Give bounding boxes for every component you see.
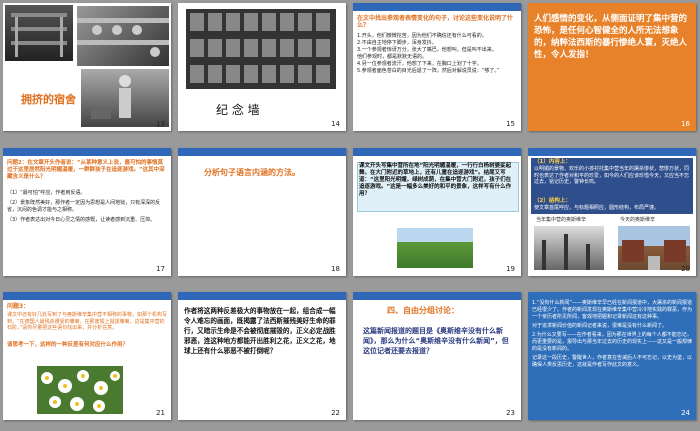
list-item: 记录这一段历史，警醒世人，作者意在告诫后人不可忘记，以史为鉴，以确保人类反思历史… <box>532 355 693 368</box>
slide-header-bar <box>528 148 696 156</box>
slide-heading: 问题3： <box>7 303 30 310</box>
slide-thumbnail-13[interactable]: 拥挤的宿舍 13 <box>3 3 171 131</box>
past-camp-photo <box>534 226 604 270</box>
slide-number: 23 <box>506 409 515 417</box>
slide-thumbnail-15[interactable]: 在文中找出参观者表情变化的句子，讨论这些变化说明了什么？ 1.开头，他们微微挖苦… <box>353 3 521 131</box>
slide-number: 16 <box>681 120 690 128</box>
slide-body-text: 课文开头写集中营所在地“阳光明媚温暖，一行行白杨树婆娑起舞，在大门附近的草地上，… <box>359 163 512 197</box>
slide-thumbnail-16[interactable]: 人们感情的变化，从侧面证明了集中营的恐怖，是任何心智健全的人所无法想象的，纳粹法… <box>528 3 696 131</box>
list-item: 2.不由自主地停下脚步，浑身发抖。 <box>357 40 437 46</box>
memorial-wall-photo <box>186 9 336 89</box>
slide-body-text: 作者将这两种反差极大的事物放在一起，组合成一幅令人难忘的画面，既揭露了法西斯摧残… <box>184 307 336 355</box>
prisoner-figure-image <box>91 75 131 119</box>
photo-caption: 当年集中营的奥斯维辛 <box>536 217 587 223</box>
slide-number: 20 <box>681 265 690 273</box>
list-item: 1.开头，他们微微挖苦，因为他们不确信还有什么可看的。 <box>357 33 487 39</box>
list-item: 对于追求新闻价值的新闻记者来说，很难是没有什么新闻了。 <box>532 323 668 329</box>
dormitory-photo <box>5 5 73 61</box>
daisy-flowers-image <box>41 370 120 412</box>
slide-number: 17 <box>156 265 165 273</box>
answer-block: 1.“没有什么新闻”——奥斯维辛早已经在新闻报道中，大屠杀的新闻报道已经很少了。… <box>532 300 692 369</box>
slide-thumbnail-21[interactable]: 问题3： 课文中还有好几处写到了与奥斯维辛集中营不相称的事物，如那个机构写到，“… <box>3 292 171 420</box>
prisoners-bunk-photo <box>77 6 169 66</box>
slide-body-text: 这篇新闻报道的题目是《奥斯维辛没有什么新闻》，那么为什么“奥斯维辛没有什么新闻”… <box>363 327 509 355</box>
daisy-photo <box>37 366 123 414</box>
slide-thumbnail-22[interactable]: 作者将这两种反差极大的事物放在一起，组合成一幅令人难忘的画面，既揭露了法西斯摧残… <box>178 292 346 420</box>
slide-number: 22 <box>331 409 340 417</box>
slide-number: 18 <box>331 265 340 273</box>
slide-thumbnail-24[interactable]: 1.“没有什么新闻”——奥斯维辛早已经在新闻报道中，大屠杀的新闻报道已经很少了。… <box>528 292 696 420</box>
present-camp-photo <box>618 226 690 270</box>
reaction-list: 1.开头，他们微微挖苦，因为他们不确信还有什么可看的。 2.不由自主地停下脚步，… <box>357 33 517 75</box>
prisoners-image <box>77 18 169 57</box>
slide-header-bar <box>3 292 171 300</box>
slide-title: 纪 念 墙 <box>216 103 260 117</box>
slide-thumbnail-17[interactable]: 问题2：在文章开头作者说：“从某种意义上说，最可怕的事情莫过于这里居然阳光明媚温… <box>3 148 171 276</box>
ruins-image <box>542 234 590 270</box>
slide-title: 分析句子语言内涵的方法。 <box>204 168 300 177</box>
slide-thumbnail-23[interactable]: 四、自由分组讨论： 这篇新闻报道的题目是《奥斯维辛没有什么新闻》，那么为什么“奥… <box>353 292 521 420</box>
slide-heading: 问题2：在文章开头作者说：“从某种意义上说，最可怕的事情莫过于这里居然阳光明媚温… <box>7 160 165 180</box>
slide-thumbnail-19[interactable]: 课文开头写集中营所在地“阳光明媚温暖，一行行白杨树婆娑起舞，在大门附近的草地上，… <box>353 148 521 276</box>
slide-header-bar <box>3 148 171 156</box>
slide-number: 15 <box>506 120 515 128</box>
slide-heading: 四、自由分组讨论： <box>387 306 459 315</box>
barracks-image <box>622 240 686 270</box>
list-item: 2.为什么又要写——在作者看来，因为那在世界上的每个人都不能忘记，而更重要的是，… <box>532 332 693 352</box>
slide-thumbnail-18[interactable]: 分析句子语言内涵的方法。 18 <box>178 148 346 276</box>
meadow-photo <box>397 228 473 268</box>
list-item: 5.参观者面色苍白的目光后退了一阵，然后对解说员说：“够了。” <box>357 68 500 74</box>
bunks-image <box>11 13 67 57</box>
list-item: （1）“最可怕”呼应，作者用反语。 <box>7 190 86 196</box>
slide-number: 24 <box>681 409 690 417</box>
slide-number: 14 <box>331 120 340 128</box>
list-item: 1.“没有什么新闻”——奥斯维辛早已经在新闻报道中，大屠杀的新闻报道已经很少了。… <box>532 300 693 320</box>
slide-number: 21 <box>156 409 165 417</box>
slide-body-text: 课文中还有好几处写到了与奥斯维辛集中营不相称的事物，如那个机构写到，“在德国人最… <box>7 312 168 331</box>
photo-caption: 今天的奥斯维辛 <box>620 217 656 223</box>
slide-header-bar <box>178 148 346 156</box>
list-item: 4.另一位参观者流汗，他想了下来，在胸口上划了十字。 <box>357 61 482 67</box>
list-item: （3）作者表达出对今日心灵之情的感慨，让读者感到沉重、压抑。 <box>7 217 156 223</box>
slide-thumbnail-14[interactable]: 纪 念 墙 14 <box>178 3 346 131</box>
slide-question: 请思考一下，这样的一种反差有何对应什么作用？ <box>7 342 129 348</box>
slide-heading: 在文中找出参观者表情变化的句子，讨论这些变化说明了什么？ <box>357 15 514 29</box>
portrait-grid-image <box>190 13 330 83</box>
point-text: 使文章首尾呼应，与标题相照应，圆形结构，布局严谨。 <box>534 205 660 211</box>
slide-body-text: 人们感情的变化，从侧面证明了集中营的恐怖，是任何心智健全的人所无法想象的，纳粹法… <box>534 14 688 60</box>
slide-header-bar <box>178 292 346 300</box>
point-label: （1）内容上： <box>534 159 571 165</box>
slide-thumbnail-20[interactable]: （1）内容上： 以明媚的景物、欢乐的小孩衬托集中营当年的屠杀惨状，悲惨万状，同时… <box>528 148 696 276</box>
slide-header-bar <box>353 3 521 11</box>
slide-number: 13 <box>156 120 165 128</box>
point-text: 以明媚的景物、欢乐的小孩衬托集中营当年的屠杀惨状，悲惨万状，同时也表达了作者对和… <box>534 166 690 185</box>
point-label: （2）结构上： <box>534 198 571 204</box>
emaciated-prisoner-photo <box>81 69 169 127</box>
list-item: （2）景象既然美好，那作者一定因为思想是人间地狱，只有深深的反省，沉闷的色调才能… <box>7 200 161 213</box>
slide-header-bar <box>353 148 521 156</box>
answer-list: （1）“最可怕”呼应，作者用反语。 （2）景象既然美好，那作者一定因为思想是人间… <box>7 190 167 224</box>
list-item: 3.一个参观者惊讶万分，张大了嘴巴，他想叫，但是叫不出来。 <box>357 47 497 53</box>
slide-number: 19 <box>506 265 515 273</box>
slide-header-bar <box>353 292 521 300</box>
list-item: 他们参观时，都是默默无语的。 <box>357 54 428 60</box>
slide-title: 拥挤的宿舍 <box>21 93 76 106</box>
